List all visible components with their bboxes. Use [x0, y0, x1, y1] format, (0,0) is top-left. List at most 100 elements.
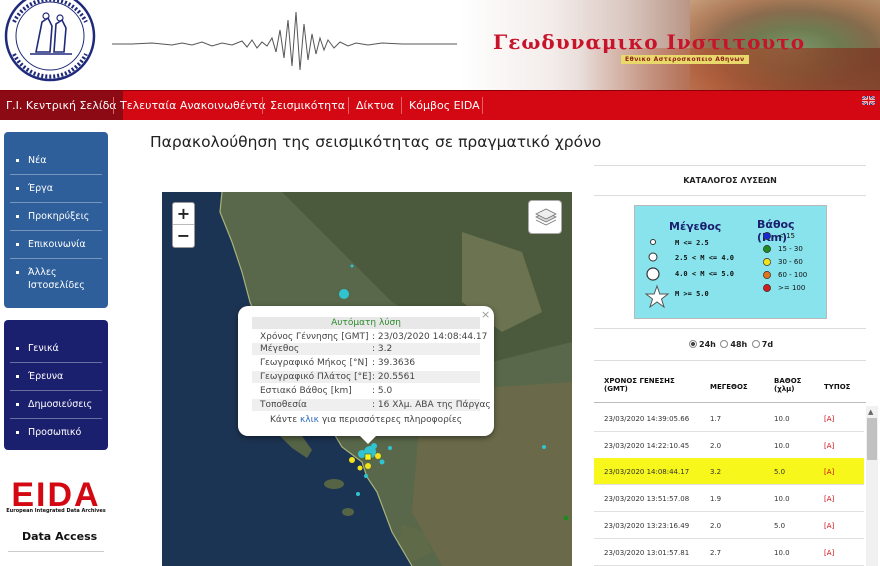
popup-more-link[interactable]: κλικ — [300, 415, 319, 425]
sidebar-item-other-websites[interactable]: Άλλες Ιστοσελίδες — [4, 266, 104, 292]
nav-separator — [262, 97, 263, 114]
bullet-icon — [16, 403, 19, 406]
sidebar-item-announcements[interactable]: Προκηρύξεις — [4, 210, 108, 223]
nav-home[interactable]: Γ.Ι. Κεντρική Σελίδα — [0, 91, 123, 120]
nav-seismicity[interactable]: Σεισμικότητα — [264, 91, 351, 120]
table-row[interactable]: 23/03/2020 14:22:10.45 2.0 10.0 [A] — [594, 432, 864, 459]
cell-time: 23/03/2020 13:23:16.49 — [604, 521, 690, 530]
nav-separator — [401, 97, 402, 114]
table-header-divider — [594, 402, 866, 403]
legend-mag-item: M >= 5.0 — [675, 290, 709, 298]
column-header-magnitude[interactable]: ΜΕΓΕΘΟΣ — [710, 383, 748, 391]
popup-row-origin-time: Χρόνος Γέννησης [GMT]: 23/03/2020 14:08:… — [260, 332, 488, 342]
zoom-in-button[interactable]: + — [173, 203, 194, 225]
bullet-icon — [16, 243, 19, 246]
bullet-icon — [16, 271, 19, 274]
cell-time: 23/03/2020 14:08:44.17 — [604, 468, 690, 477]
nav-eida-node[interactable]: Κόμβος EIDA — [403, 91, 486, 120]
scrollbar-thumb[interactable] — [867, 418, 877, 460]
range-48h[interactable]: 48h — [720, 340, 747, 349]
nav-latest-announcements[interactable]: Τελευταία Ανακοινωθέντα — [114, 91, 272, 120]
catalog-divider — [594, 195, 866, 196]
catalog-scrollbar[interactable]: ▲ — [866, 406, 878, 566]
data-access-link[interactable]: Data Access — [22, 530, 97, 543]
range-24h[interactable]: 24h — [689, 340, 716, 349]
catalog-title: ΚΑΤΑΛΟΓΟΣ ΛΥΣΕΩΝ — [683, 176, 777, 185]
cell-magnitude: 2.0 — [710, 521, 722, 530]
nav-networks[interactable]: Δίκτυα — [350, 91, 400, 120]
legend-depth-item: 60 - 100 — [778, 271, 808, 279]
bullet-icon — [16, 187, 19, 190]
cell-type[interactable]: [A] — [824, 415, 834, 423]
table-row[interactable]: 23/03/2020 14:08:44.17 3.2 5.0 [A] — [594, 458, 864, 486]
event-info-popup: × Αυτόματη λύση Χρόνος Γέννησης [GMT]: 2… — [238, 306, 494, 436]
map-layers-button[interactable] — [528, 200, 562, 234]
radio-icon[interactable] — [751, 340, 760, 348]
cell-time: 23/03/2020 13:01:57.81 — [604, 548, 690, 557]
cell-type[interactable]: [A] — [824, 468, 834, 476]
bullet-icon — [16, 215, 19, 218]
institute-title: Γεωδυναμικο Ινστιτουτο — [493, 30, 806, 54]
cell-depth: 5.0 — [774, 521, 786, 530]
catalog-legend: Μέγεθος M <= 2.5 2.5 < M <= 4.0 4.0 < M … — [634, 205, 827, 319]
range-7d[interactable]: 7d — [751, 340, 773, 349]
cell-magnitude: 1.9 — [710, 495, 722, 504]
column-header-type[interactable]: ΤΥΠΟΣ — [824, 383, 850, 391]
column-header-time[interactable]: ΧΡΟΝΟΣ ΓΕΝΕΣΗΣ (GMT) — [604, 377, 675, 393]
cell-type[interactable]: [A] — [824, 522, 834, 530]
sidebar-item-staff[interactable]: Προσωπικό — [4, 426, 108, 439]
legend-mag-item: 2.5 < M <= 4.0 — [675, 254, 735, 262]
catalog-divider — [594, 328, 866, 329]
sidebar-item-publications[interactable]: Δημοσιεύσεις — [4, 398, 108, 411]
bullet-icon — [16, 347, 19, 350]
zoom-out-button[interactable]: − — [173, 225, 194, 247]
radio-icon[interactable] — [689, 340, 697, 348]
sidebar-divider — [8, 551, 104, 552]
legend-magnitude-title: Μέγεθος — [669, 220, 722, 233]
popup-tip — [360, 436, 376, 444]
cell-type[interactable]: [A] — [824, 442, 834, 450]
catalog-divider — [594, 360, 866, 361]
legend-depth-item: 15 - 30 — [778, 245, 803, 253]
cell-depth: 10.0 — [774, 441, 790, 450]
popup-close-button[interactable]: × — [481, 308, 490, 321]
eida-caption: European Integrated Data Archives — [6, 508, 106, 514]
sidebar-item-research[interactable]: Έρευνα — [4, 370, 108, 383]
nav-separator — [482, 97, 483, 114]
legend-depth-item: < 15 — [778, 232, 795, 240]
cell-depth: 10.0 — [774, 415, 790, 423]
nav-separator — [348, 97, 349, 114]
column-header-depth[interactable]: ΒΑΘΟΣ (χλμ) — [774, 377, 801, 393]
legend-mag-item: 4.0 < M <= 5.0 — [675, 270, 735, 278]
cell-type[interactable]: [A] — [824, 549, 834, 557]
observatory-seal-logo[interactable] — [0, 0, 104, 88]
legend-mag-item: M <= 2.5 — [675, 239, 709, 247]
institute-subtitle: Εθνικο Αστεροσκοπειο Αθηνων — [621, 55, 749, 64]
sidebar-menu-primary: Νέα Έργα Προκηρύξεις Επικοινωνία Άλλες Ι… — [4, 132, 108, 308]
cell-type[interactable]: [A] — [824, 495, 834, 503]
table-row[interactable]: 23/03/2020 13:51:57.08 1.9 10.0 [A] — [594, 485, 864, 513]
legend-depth-item: >= 100 — [778, 284, 806, 292]
radio-icon[interactable] — [720, 340, 729, 348]
catalog-divider — [594, 165, 866, 166]
main-nav: Γ.Ι. Κεντρική Σελίδα Τελευταία Ανακοινωθ… — [0, 90, 880, 120]
sidebar-item-general[interactable]: Γενικά — [4, 342, 108, 355]
bullet-icon — [16, 375, 19, 378]
popup-row-location: Τοποθεσία: 16 Χλμ. ΑΒΑ της Πάργας — [252, 399, 491, 411]
scroll-up-icon[interactable]: ▲ — [868, 408, 873, 416]
cell-magnitude: 2.7 — [710, 548, 722, 557]
table-row[interactable]: 23/03/2020 14:39:05.66 1.7 10.0 [A] — [594, 405, 864, 432]
seismogram-graphic — [112, 11, 457, 71]
popup-row-depth: Εστιακό Βάθος [km]: 5.0 — [260, 386, 393, 396]
page-title: Παρακολούθηση της σεισμικότητας σε πραγμ… — [150, 133, 602, 151]
sidebar-item-contact[interactable]: Επικοινωνία — [4, 238, 108, 251]
table-row[interactable]: 23/03/2020 13:01:57.81 2.7 10.0 [A] — [594, 539, 864, 566]
cell-depth: 10.0 — [774, 495, 790, 504]
popup-row-longitude: Γεωγραφικό Πλάτος [°E]: 20.5561 — [252, 371, 480, 383]
cell-magnitude: 2.0 — [710, 441, 722, 450]
sidebar-item-projects[interactable]: Έργα — [4, 182, 108, 195]
legend-magnitude-symbols — [645, 239, 670, 309]
uk-flag-icon[interactable] — [862, 96, 875, 105]
table-row[interactable]: 23/03/2020 13:23:16.49 2.0 5.0 [A] — [594, 512, 864, 539]
sidebar-item-news[interactable]: Νέα — [4, 154, 108, 167]
